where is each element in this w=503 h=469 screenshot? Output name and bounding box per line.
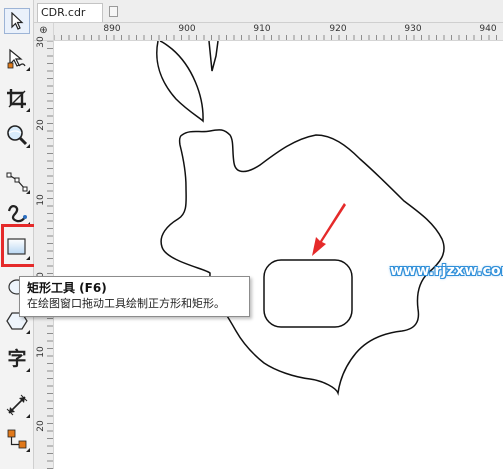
flyout-indicator-icon <box>26 144 30 148</box>
zoom-tool-button[interactable] <box>4 122 30 148</box>
drawing-artwork <box>156 41 445 396</box>
tooltip-description: 在绘图窗口拖动工具绘制正方形和矩形。 <box>27 297 225 310</box>
flyout-indicator-icon <box>26 368 30 372</box>
dimension-tool-button[interactable] <box>4 392 30 418</box>
flyout-indicator-icon <box>26 330 30 334</box>
tooltip-title: 矩形工具 (F6) <box>27 281 107 295</box>
rectangle-tool-highlight-box <box>1 224 37 267</box>
text-glyph-icon: 字 <box>7 348 27 370</box>
vertical-ruler-ticks <box>47 41 53 469</box>
leaf-shape-left[interactable] <box>156 41 204 123</box>
rectangle-tool-tooltip: 矩形工具 (F6) 在绘图窗口拖动工具绘制正方形和矩形。 <box>19 276 250 317</box>
new-document-tab-icon[interactable] <box>109 6 118 17</box>
ruler-tick-label: 10 <box>36 346 46 358</box>
artistic-media-tool-button[interactable] <box>4 200 30 226</box>
horizontal-ruler-ticks <box>54 35 497 40</box>
document-tab[interactable]: CDR.cdr <box>37 3 103 22</box>
shape-tool-button[interactable] <box>4 45 30 71</box>
arrow-pointer-icon <box>11 12 24 30</box>
ruler-tick-label: 20 <box>36 420 46 432</box>
site-watermark-text: www.rjzxw.com <box>390 263 503 279</box>
freehand-tool-button[interactable] <box>4 168 30 194</box>
rounded-rectangle-window[interactable] <box>263 259 353 328</box>
pick-tool-button[interactable] <box>4 8 30 34</box>
flyout-indicator-icon <box>26 448 30 452</box>
ruler-tick-label: 20 <box>36 119 46 131</box>
drawing-canvas[interactable]: www.rjzxw.com <box>54 41 503 469</box>
crop-tool-button[interactable] <box>4 86 30 112</box>
text-tool-button[interactable]: 字 <box>4 346 30 372</box>
flyout-indicator-icon <box>26 67 30 71</box>
ruler-tick-label: 910 <box>253 24 271 34</box>
ruler-tick-label: 890 <box>103 24 121 34</box>
ruler-tick-label: 940 <box>479 24 497 34</box>
ruler-tick-label: 920 <box>329 24 347 34</box>
flyout-indicator-icon <box>26 190 30 194</box>
ruler-tick-label: 30 <box>36 36 46 48</box>
ruler-tick-label: 10 <box>36 194 46 206</box>
ruler-tick-label: 930 <box>404 24 422 34</box>
flyout-indicator-icon <box>26 108 30 112</box>
document-tab-bar: CDR.cdr <box>34 0 503 23</box>
horizontal-ruler[interactable]: 890 900 910 920 930 940 <box>54 23 503 41</box>
ruler-tick-label: 900 <box>178 24 196 34</box>
vertical-ruler[interactable]: 30 20 10 0 10 20 <box>34 36 54 469</box>
connector-tool-button[interactable] <box>4 426 30 452</box>
flyout-indicator-icon <box>26 414 30 418</box>
leaf-shape-right[interactable] <box>208 41 219 72</box>
